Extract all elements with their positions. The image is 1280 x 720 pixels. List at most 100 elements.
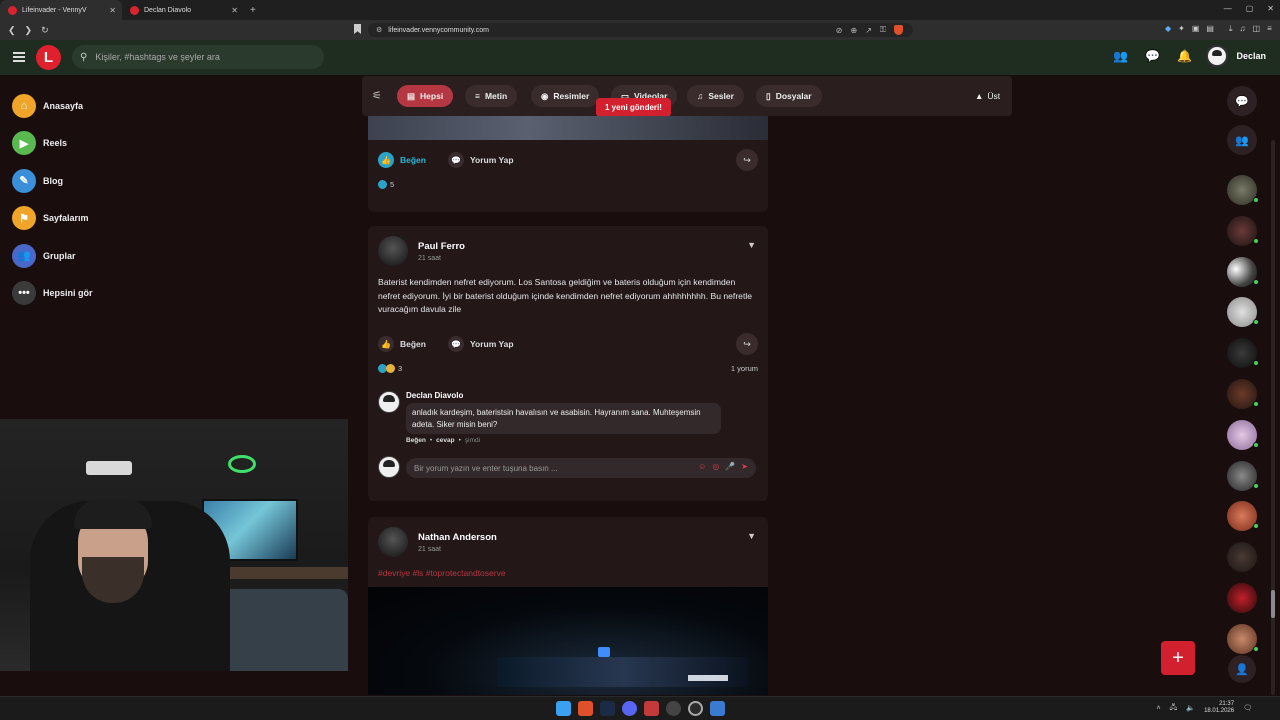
password-icon[interactable]: ⚿ — [880, 25, 886, 35]
contact-avatar[interactable] — [1227, 297, 1259, 328]
microphone-icon[interactable]: 🎤 — [725, 462, 735, 471]
contact-avatar[interactable] — [1227, 215, 1259, 246]
chevron-down-icon[interactable]: ▼ — [747, 240, 756, 250]
extension-icon[interactable]: ◆ — [1165, 24, 1171, 34]
minimize-icon[interactable]: — — [1224, 4, 1232, 13]
contacts-search-icon[interactable]: 👤 — [1228, 655, 1256, 683]
close-window-icon[interactable]: ✕ — [1267, 4, 1274, 13]
browser-tab-active[interactable]: Lifeinvader - VennyV ✕ — [0, 0, 122, 20]
translate-icon[interactable]: ⊘ — [836, 26, 843, 35]
scrollbar-thumb[interactable] — [1271, 590, 1275, 618]
contact-avatar[interactable] — [1227, 582, 1257, 613]
author-avatar[interactable] — [378, 236, 408, 266]
download-icon[interactable]: ⤓ — [1229, 24, 1233, 34]
like-button[interactable]: 👍 Beğen — [378, 152, 426, 168]
notifications-icon[interactable]: 🗨 — [1243, 704, 1252, 712]
wallet-icon[interactable]: ▤ — [1206, 24, 1214, 34]
site-info-icon[interactable]: ⚙ — [376, 26, 382, 34]
post-hashtags[interactable]: #devriye #ls #toprotectandtoserve — [378, 568, 506, 578]
sidebar-item-home[interactable]: ⌂ Anasayfa — [12, 87, 142, 125]
author-avatar[interactable] — [378, 527, 408, 557]
notifications-bell-icon[interactable]: 🔔 — [1174, 46, 1194, 66]
share-page-icon[interactable]: ↗ — [865, 26, 872, 35]
reaction-summary[interactable]: 5 — [378, 180, 394, 189]
discord-icon[interactable] — [622, 701, 637, 716]
author-name[interactable]: Paul Ferro — [418, 241, 465, 252]
scroll-top-button[interactable]: ▲ Üst — [975, 91, 1000, 101]
comment-input[interactable] — [414, 463, 674, 473]
create-post-button[interactable]: + — [1161, 641, 1195, 675]
browser-tab[interactable]: Declan Diavolo ✕ — [122, 0, 244, 20]
profile-icon[interactable]: ◫ — [1253, 24, 1261, 34]
send-icon[interactable]: ➤ — [741, 462, 748, 471]
avatar[interactable] — [378, 391, 400, 413]
network-icon[interactable]: 🖧 — [1170, 703, 1178, 714]
sidebar-item-pages[interactable]: ⚑ Sayfalarım — [12, 200, 142, 238]
contact-avatar[interactable] — [1227, 338, 1259, 369]
contact-avatar[interactable] — [1227, 378, 1259, 409]
comment-input-box[interactable]: ☺ ◎ 🎤 ➤ — [406, 458, 756, 478]
contact-avatar[interactable] — [1227, 623, 1259, 654]
add-friend-icon[interactable]: 👥 — [1227, 125, 1257, 155]
contact-avatar[interactable] — [1227, 542, 1257, 573]
contact-avatar[interactable] — [1227, 175, 1259, 205]
chat-icon[interactable]: 💬 — [1227, 86, 1257, 116]
comment-count[interactable]: 1 yorum — [731, 364, 758, 373]
reaction-summary[interactable]: 3 — [378, 364, 402, 373]
brave-browser-icon[interactable] — [578, 701, 593, 716]
contact-avatar[interactable] — [1227, 256, 1259, 287]
close-tab-icon[interactable]: ✕ — [109, 6, 116, 15]
brave-shield-icon[interactable] — [894, 25, 903, 35]
share-icon[interactable]: ↪ — [736, 333, 758, 355]
volume-icon[interactable]: 🔈 — [1186, 704, 1195, 712]
maximize-icon[interactable]: ▢ — [1246, 4, 1254, 13]
app-icon[interactable] — [666, 701, 681, 716]
share-icon[interactable]: ↪ — [736, 149, 758, 171]
obs-icon[interactable] — [688, 701, 703, 716]
gif-icon[interactable]: ◎ — [712, 462, 719, 471]
clock[interactable]: 21:37 18.01.2026 — [1204, 701, 1234, 715]
media-icon[interactable]: ♫ — [1240, 24, 1246, 34]
emoji-icon[interactable]: ☺ — [698, 462, 706, 471]
filter-settings-icon[interactable]: ⚟ — [372, 89, 382, 102]
hamburger-menu-icon[interactable] — [13, 52, 25, 62]
author-name[interactable]: Nathan Anderson — [418, 532, 497, 543]
chevron-up-icon[interactable]: ˄ — [1156, 705, 1160, 712]
contact-avatar[interactable] — [1227, 419, 1259, 450]
new-tab-icon[interactable]: + — [250, 5, 256, 16]
filter-files-button[interactable]: ▯ Dosyalar — [756, 85, 822, 107]
new-posts-banner[interactable]: 1 yeni gönderi! — [596, 98, 671, 117]
comment-like-link[interactable]: Beğen — [406, 437, 426, 444]
post-image[interactable] — [368, 587, 768, 695]
search-bar[interactable]: ⚲ — [72, 45, 324, 69]
back-icon[interactable]: ❮ — [8, 25, 16, 36]
app-icon[interactable] — [710, 701, 725, 716]
contact-avatar[interactable] — [1227, 501, 1259, 532]
comment-button[interactable]: 💬 Yorum Yap — [447, 336, 514, 352]
contact-avatar[interactable] — [1227, 460, 1259, 491]
filter-audio-button[interactable]: ♫ Sesler — [687, 85, 744, 107]
comment-button[interactable]: 💬 Yorum Yap — [447, 152, 514, 168]
sidebar-toggle-icon[interactable]: ▣ — [1192, 24, 1200, 34]
forward-icon[interactable]: ❯ — [25, 25, 33, 36]
url-field[interactable]: ⚙ lifeinvader.vennycommunity.com ⊘ ⊕ ↗ ⚿ — [368, 23, 913, 37]
windows-start-icon[interactable] — [556, 701, 571, 716]
menu-icon[interactable]: ≡ — [1267, 24, 1272, 34]
sidebar-item-groups[interactable]: 👥 Gruplar — [12, 237, 142, 275]
filter-all-button[interactable]: ▤ Hepsi — [397, 85, 454, 107]
messages-icon[interactable]: 💬 — [1142, 46, 1162, 66]
sidebar-item-see-all[interactable]: ••• Hepsini gör — [12, 275, 142, 313]
lifeinvader-logo[interactable]: L — [36, 45, 61, 70]
reload-icon[interactable]: ↻ — [41, 25, 49, 36]
chevron-down-icon[interactable]: ▼ — [747, 531, 756, 541]
steam-icon[interactable] — [600, 701, 615, 716]
profile-menu[interactable]: Declan — [1206, 45, 1266, 67]
zoom-icon[interactable]: ⊕ — [851, 26, 858, 35]
filter-text-button[interactable]: ≡ Metin — [465, 85, 518, 107]
search-input[interactable] — [95, 52, 306, 62]
sidebar-item-reels[interactable]: ▶ Reels — [12, 125, 142, 163]
comment-reply-link[interactable]: cevap — [436, 437, 454, 444]
friend-requests-icon[interactable]: 👥 — [1110, 46, 1130, 66]
comment-author[interactable]: Declan Diavolo — [406, 391, 463, 400]
filter-images-button[interactable]: ◉ Resimler — [531, 85, 600, 107]
